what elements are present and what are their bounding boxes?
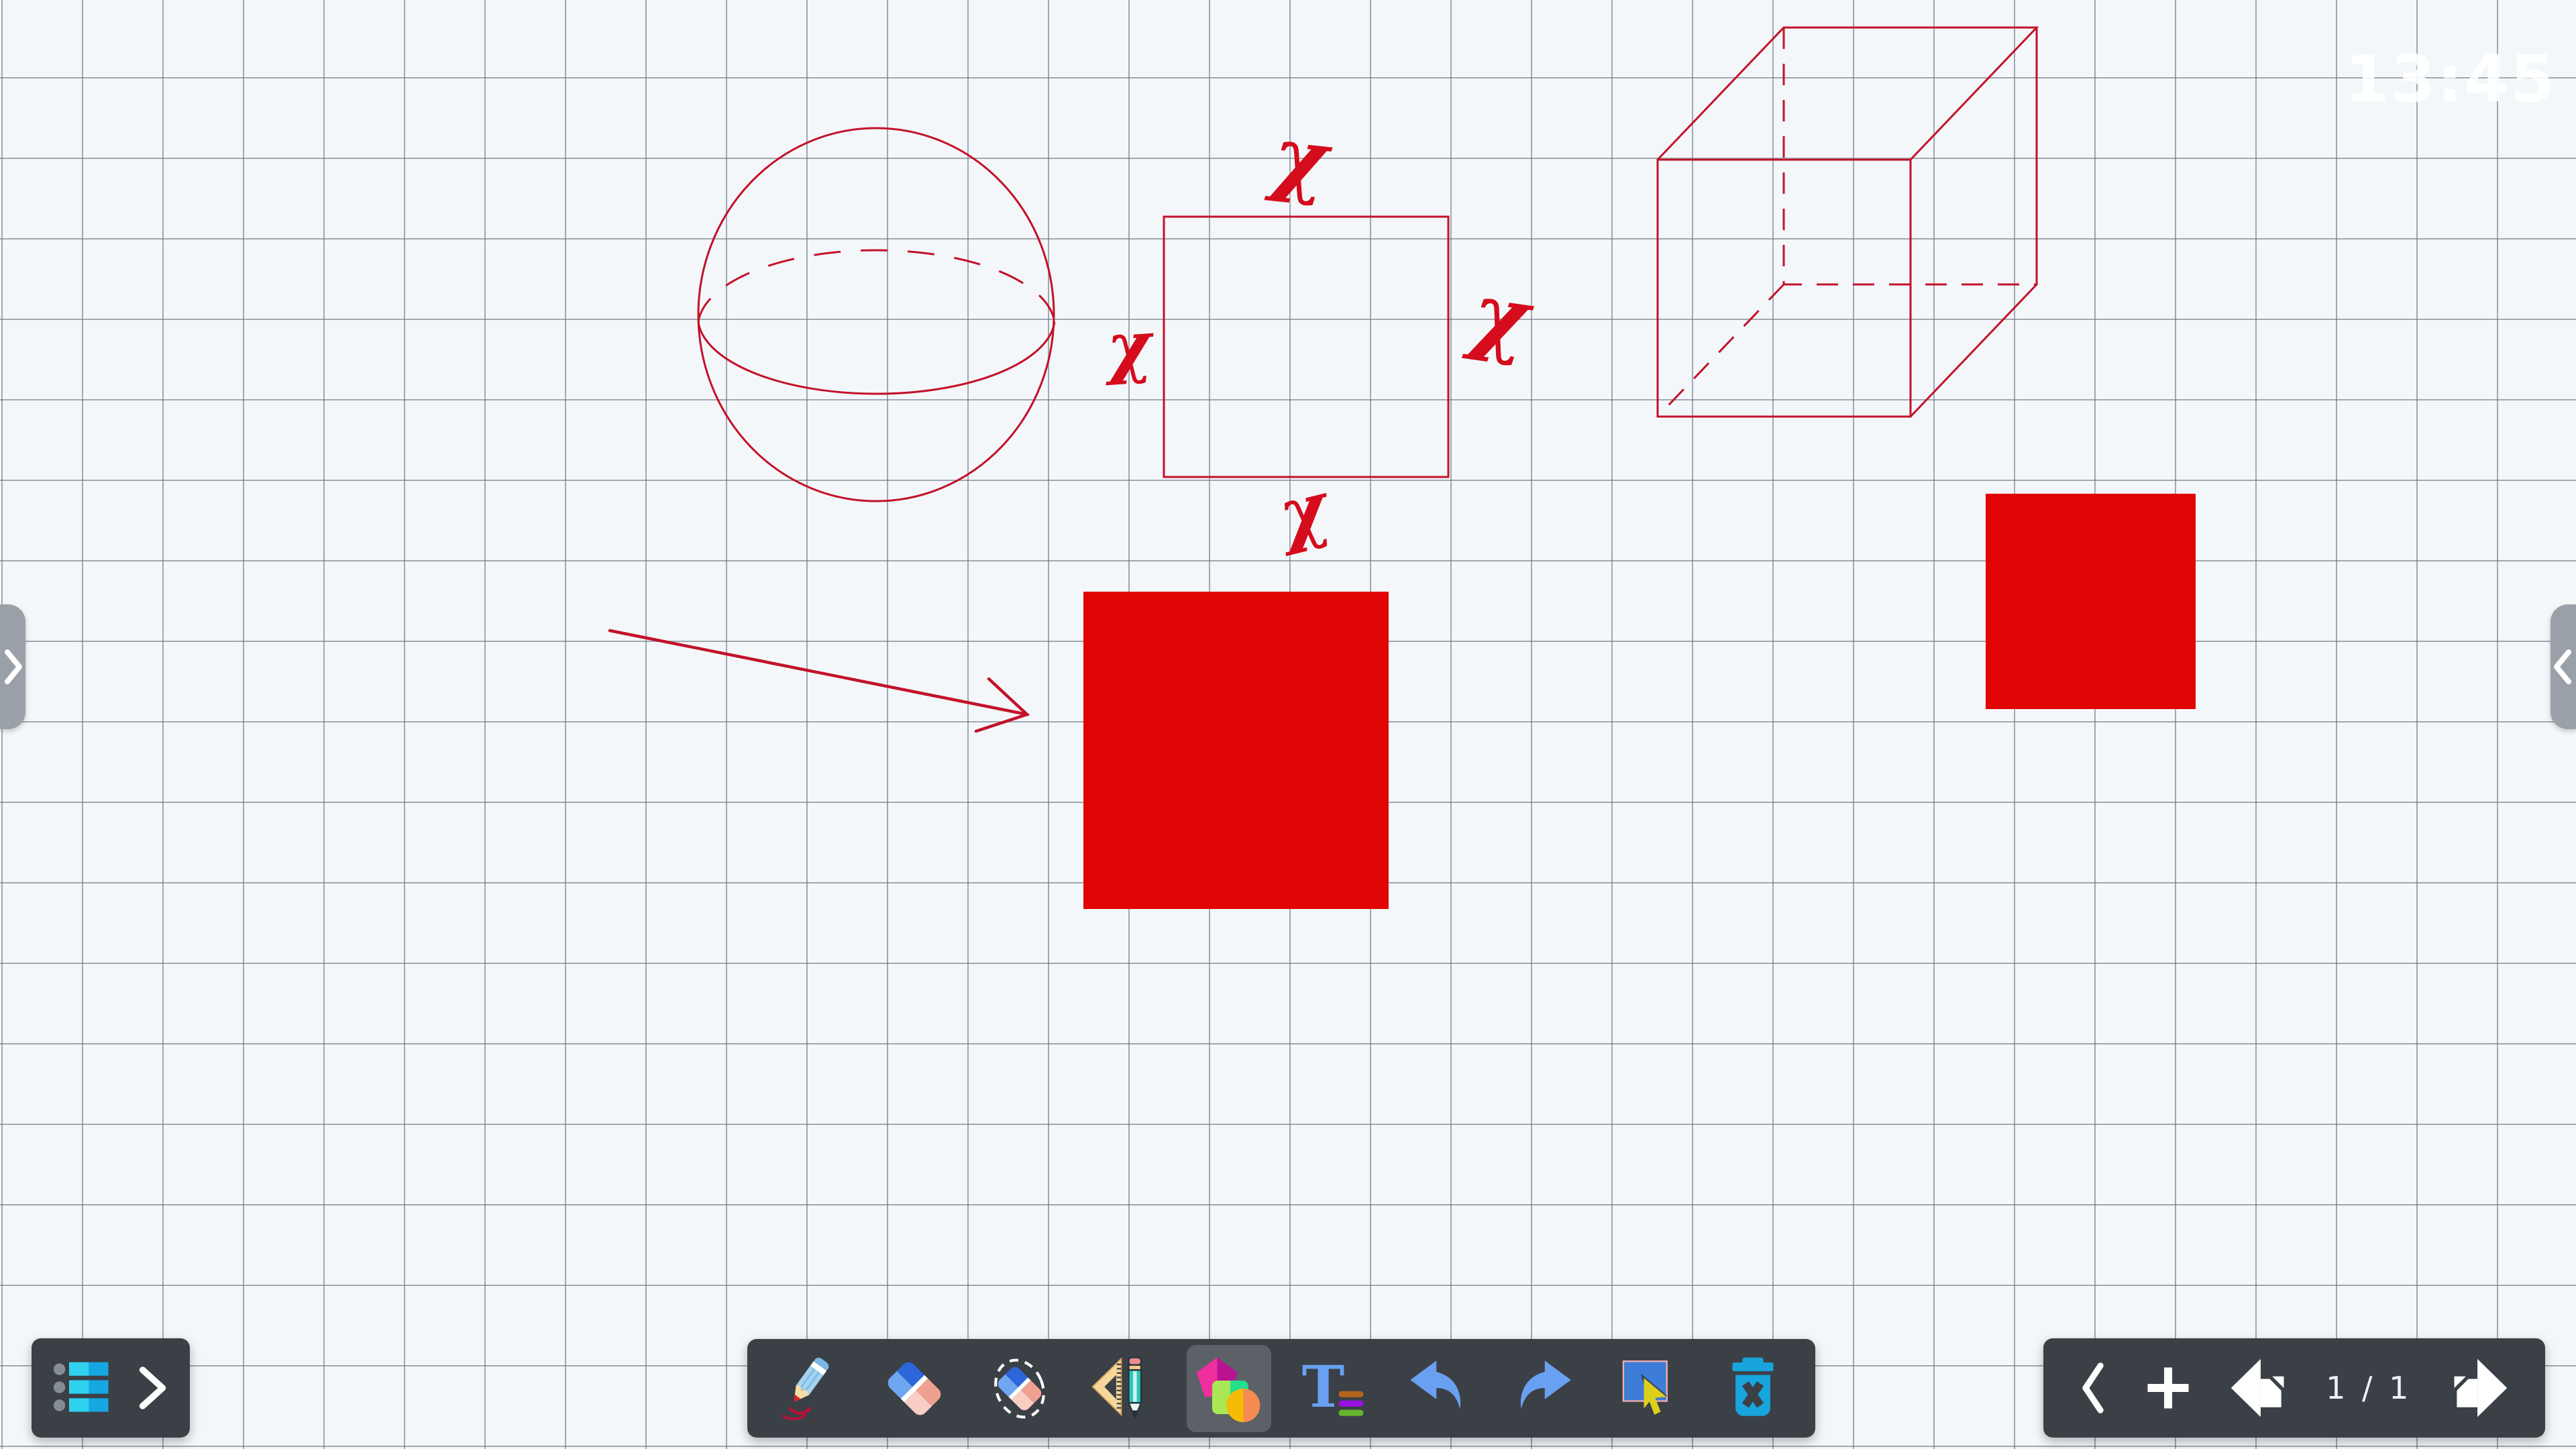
chevron-left-icon — [2552, 647, 2575, 687]
menu-panel — [32, 1338, 190, 1438]
set-square-pencil-icon — [1090, 1354, 1159, 1423]
plus-icon — [2143, 1363, 2193, 1413]
cube-drawing — [1658, 28, 2037, 417]
page-navigation-panel: 1 / 1 — [2043, 1338, 2545, 1438]
pen-tool-button[interactable] — [767, 1345, 852, 1432]
undo-button[interactable] — [1396, 1345, 1481, 1432]
filled-red-square-small — [1986, 494, 2196, 709]
square-outline-drawing — [1164, 217, 1448, 477]
canvas-drawings-layer: χ χ χ χ — [0, 0, 2576, 1449]
filled-red-square-large — [1083, 592, 1389, 909]
trash-icon — [1719, 1354, 1787, 1423]
sphere-drawing — [698, 128, 1055, 501]
page-indicator: 1 / 1 — [2326, 1370, 2412, 1406]
shapes-icon — [1195, 1354, 1263, 1423]
chevron-left-icon — [2078, 1359, 2108, 1417]
previous-page-icon — [2227, 1356, 2292, 1420]
delete-all-button[interactable] — [1711, 1345, 1795, 1432]
selection-cursor-icon — [1614, 1354, 1682, 1423]
chevron-right-icon — [137, 1365, 169, 1411]
area-eraser-tool-button[interactable] — [977, 1345, 1062, 1432]
menu-expand-button[interactable] — [137, 1365, 169, 1411]
arrow-drawing — [610, 631, 1027, 731]
page-list-button[interactable] — [52, 1360, 117, 1416]
next-page-button[interactable] — [2447, 1356, 2511, 1420]
clock: 13:45 — [2345, 42, 2512, 117]
eraser-tool-button[interactable] — [872, 1345, 957, 1432]
chevron-right-icon — [1, 647, 24, 687]
next-page-icon — [2447, 1356, 2511, 1420]
shapes-tool-button[interactable] — [1187, 1345, 1271, 1432]
text-tool-icon: T — [1299, 1354, 1368, 1423]
whiteboard-canvas[interactable]: χ χ χ χ 13:45 — [0, 0, 2576, 1449]
undo-arrow-icon — [1404, 1354, 1472, 1423]
eraser-lasso-icon — [985, 1354, 1054, 1423]
drawing-toolbar: T — [747, 1339, 1815, 1438]
redo-arrow-icon — [1509, 1354, 1577, 1423]
text-tool-glyph: T — [1302, 1354, 1344, 1421]
right-drawer-handle[interactable] — [2551, 604, 2576, 729]
square-label-left: χ — [1100, 305, 1157, 387]
page-list-icon — [52, 1360, 117, 1416]
add-page-button[interactable] — [2143, 1363, 2193, 1413]
square-label-right: χ — [1461, 262, 1540, 370]
pager-collapse-button[interactable] — [2078, 1359, 2108, 1417]
previous-page-button[interactable] — [2227, 1356, 2292, 1420]
square-label-top: χ — [1263, 106, 1337, 209]
redo-button[interactable] — [1501, 1345, 1585, 1432]
select-tool-button[interactable] — [1606, 1345, 1690, 1432]
text-tool-button[interactable]: T — [1291, 1345, 1376, 1432]
eraser-icon — [880, 1354, 949, 1423]
left-drawer-handle[interactable] — [0, 604, 25, 729]
pencil-icon — [775, 1354, 844, 1423]
geometry-tool-button[interactable] — [1082, 1345, 1167, 1432]
